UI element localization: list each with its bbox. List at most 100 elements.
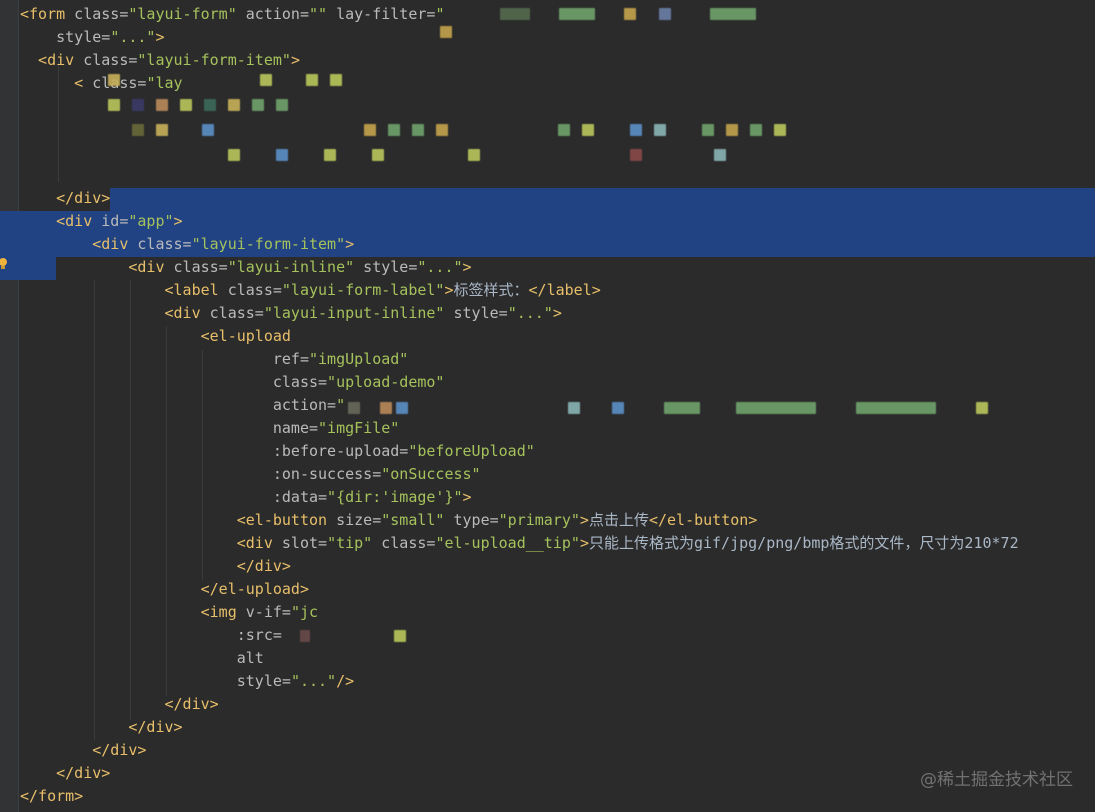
code-line[interactable]: <div class="layui-form-item"> <box>20 233 354 256</box>
code-token: action= <box>20 396 337 414</box>
code-line[interactable]: <div slot="tip" class="el-upload__tip">只… <box>20 532 1019 555</box>
code-line[interactable]: <div id="app"> <box>20 210 182 233</box>
code-token: "{dir:'image'}" <box>327 488 463 506</box>
code-line[interactable]: </div> <box>20 739 146 762</box>
code-token: 点击上传 <box>588 511 649 529</box>
code-token: "imgUpload" <box>308 350 409 368</box>
code-token: </div> <box>20 741 147 759</box>
code-line[interactable]: :data="{dir:'image'}"> <box>20 486 472 509</box>
code-token: "small" <box>381 511 445 529</box>
obscured-region <box>340 398 1020 416</box>
code-token: "imgFile" <box>318 419 400 437</box>
code-token: class= <box>65 5 129 23</box>
code-line[interactable]: :src= <box>20 624 282 647</box>
code-line[interactable]: <el-upload <box>20 325 291 348</box>
selection-highlight <box>110 188 1095 211</box>
code-token: type= <box>444 511 499 529</box>
code-line[interactable]: <el-button size="small" type="primary">点… <box>20 509 758 532</box>
code-token: > <box>444 281 454 299</box>
code-token: style= <box>20 672 291 690</box>
code-line[interactable]: ref="imgUpload" <box>20 348 408 371</box>
code-token: :on-success= <box>20 465 382 483</box>
code-line[interactable]: :on-success="onSuccess" <box>20 463 481 486</box>
code-token: "layui-form-item" <box>191 235 346 253</box>
code-token: <el-upload <box>20 327 291 345</box>
code-token: "layui-inline" <box>227 258 355 276</box>
code-line[interactable]: <div class="layui-inline" style="..."> <box>20 256 472 279</box>
code-token: <div <box>20 534 273 552</box>
code-token: "layui-form-item" <box>137 51 291 69</box>
code-line[interactable]: <label class="layui-form-label">标签样式：</l… <box>20 279 601 302</box>
code-token: <form <box>20 5 66 23</box>
code-token: > <box>345 235 355 253</box>
code-line[interactable]: <div class="layui-form-item"> <box>20 49 300 72</box>
code-line[interactable]: action=" <box>20 394 345 417</box>
editor-gutter[interactable] <box>0 0 19 812</box>
code-token: </label> <box>528 281 601 299</box>
code-token: :before-upload= <box>20 442 409 460</box>
code-line[interactable]: </div> <box>20 693 218 716</box>
code-line[interactable]: class="upload-demo" <box>20 371 445 394</box>
code-token: "" <box>309 5 328 23</box>
code-token: name= <box>20 419 319 437</box>
code-token: <div <box>20 304 201 322</box>
code-token: style= <box>354 258 418 276</box>
code-token: "..." <box>290 672 337 690</box>
lightbulb-icon[interactable] <box>0 257 10 271</box>
code-line[interactable]: style="..."/> <box>20 670 354 693</box>
code-token: :data= <box>20 488 328 506</box>
code-token: <div <box>20 51 75 69</box>
code-line[interactable]: </el-upload> <box>20 578 309 601</box>
code-line[interactable]: <form class="layui-form" action="" lay-f… <box>20 3 444 26</box>
code-line[interactable]: </div> <box>20 187 110 210</box>
code-line[interactable]: </div> <box>20 762 110 785</box>
code-token: "layui-form" <box>128 5 237 23</box>
code-token: v-if= <box>236 603 291 621</box>
code-token: "primary" <box>498 511 580 529</box>
obscured-region <box>300 606 420 646</box>
code-token: class= <box>128 235 192 253</box>
code-token: <el-button <box>20 511 328 529</box>
code-token: </div> <box>20 718 183 736</box>
code-line[interactable]: name="imgFile" <box>20 417 399 440</box>
code-line[interactable]: </div> <box>20 716 183 739</box>
code-token: 只能上传格式为gif/jpg/png/bmp格式的文件，尺寸为210*72 <box>588 534 1019 552</box>
code-token: <label <box>20 281 219 299</box>
code-token: > <box>462 258 472 276</box>
code-token: > <box>290 51 300 69</box>
code-token: class= <box>164 258 228 276</box>
code-token: "layui-input-inline" <box>263 304 445 322</box>
code-token: 标签样式： <box>453 281 529 299</box>
code-token: lay-filter= <box>327 5 436 23</box>
code-token: action= <box>236 5 309 23</box>
obscured-region <box>430 4 780 38</box>
code-token: class= <box>74 51 138 69</box>
code-line[interactable]: <div class="layui-input-inline" style=".… <box>20 302 561 325</box>
code-token: <img <box>20 603 237 621</box>
code-token: size= <box>327 511 382 529</box>
code-token: class= <box>372 534 436 552</box>
code-line[interactable]: </form> <box>20 785 83 808</box>
obscured-region <box>96 70 806 170</box>
code-token: > <box>579 511 589 529</box>
code-token: class= <box>218 281 282 299</box>
code-token: class= <box>200 304 264 322</box>
code-line[interactable]: alt <box>20 647 264 670</box>
code-token: <div <box>20 235 129 253</box>
code-token: slot= <box>272 534 328 552</box>
code-token: > <box>579 534 589 552</box>
code-token: "..." <box>417 258 463 276</box>
code-token: "layui-form-label" <box>281 281 445 299</box>
code-line[interactable]: :before-upload="beforeUpload" <box>20 440 535 463</box>
code-line[interactable]: style="..."> <box>20 26 164 49</box>
code-token: </div> <box>20 557 291 575</box>
code-token: > <box>462 488 472 506</box>
code-token: "app" <box>128 212 174 230</box>
code-line[interactable]: <img v-if="jc <box>20 601 318 624</box>
watermark: @稀土掘金技术社区 <box>920 770 1073 790</box>
code-token: "onSuccess" <box>381 465 481 483</box>
code-editor[interactable]: <form class="layui-form" action="" lay-f… <box>0 0 1095 812</box>
code-token: <div <box>20 212 93 230</box>
code-line[interactable]: </div> <box>20 555 291 578</box>
code-token: id= <box>92 212 129 230</box>
